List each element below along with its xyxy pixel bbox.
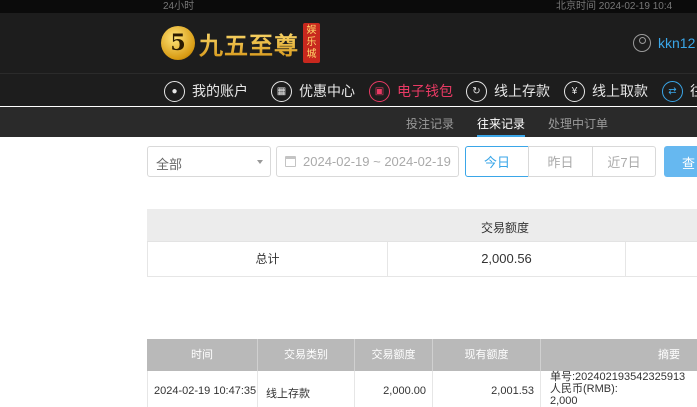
quick-today-button[interactable]: 今日	[465, 146, 529, 177]
top-info-bar: 24小时 北京时间 2024-02-19 10:4	[0, 0, 697, 13]
summary-total-value: 2,000.56	[388, 242, 626, 276]
logo-text: 九五至尊	[199, 26, 299, 61]
date-range-value: 2024-02-19 ~ 2024-02-19	[303, 154, 451, 169]
cell-category: 线上存款	[258, 371, 355, 407]
tab-pending-orders[interactable]: 处理中订单	[548, 115, 608, 132]
server-time: 北京时间 2024-02-19 10:4	[556, 1, 673, 12]
caret-down-icon	[257, 160, 263, 164]
col-time: 时间	[147, 339, 258, 371]
logo-badge-icon: 5	[161, 26, 195, 60]
nav-online-deposit[interactable]: ↻ 线上存款	[466, 79, 550, 103]
summary-currency: 人民币(RMB):	[550, 383, 618, 395]
transfer-icon: ⇄	[662, 80, 683, 102]
gift-icon: ▦	[271, 80, 292, 102]
site-header: 5 九五至尊 娱 乐 城 kkn12	[0, 13, 697, 73]
nav-e-wallet[interactable]: ▣ 电子钱包	[369, 79, 453, 103]
cell-time: 2024-02-19 10:47:35	[147, 371, 258, 407]
summary-header-label: 交易额度	[481, 221, 530, 235]
col-amount: 交易额度	[355, 339, 433, 371]
summary-header: 交易额度	[147, 209, 697, 242]
main-nav: ● 我的账户 ▦ 优惠中心 ▣ 电子钱包 ↻ 线上存款 ¥ 线上取款 ⇄ 往	[0, 73, 697, 106]
user-menu[interactable]: kkn12	[633, 34, 695, 52]
nav-online-withdraw[interactable]: ¥ 线上取款	[564, 79, 648, 103]
sub-nav: 投注记录 往来记录 处理中订单	[0, 107, 697, 137]
nav-transfer[interactable]: ⇄ 往	[662, 79, 697, 103]
col-summary: 摘要	[541, 339, 697, 371]
user-icon: ●	[164, 80, 185, 102]
summary-row: 总计 2,000.56	[147, 242, 697, 277]
logo-seal: 娱 乐 城	[303, 23, 320, 63]
withdraw-icon: ¥	[564, 80, 585, 102]
cell-summary: 单号:202402193542325913 人民币(RMB): 2,000	[541, 371, 697, 407]
cell-balance: 2,001.53	[433, 371, 541, 407]
top-left-text: 24小时	[163, 1, 195, 12]
nav-promotions[interactable]: ▦ 优惠中心	[271, 79, 355, 103]
deposit-icon: ↻	[466, 80, 487, 102]
select-value: 全部	[156, 157, 183, 172]
table-row: 2024-02-19 10:47:35 线上存款 2,000.00 2,001.…	[147, 371, 697, 407]
wallet-icon: ▣	[369, 80, 390, 102]
search-button[interactable]: 查	[664, 146, 697, 177]
summary-order-no: 单号:202402193542325913	[550, 371, 686, 383]
nav-my-account[interactable]: ● 我的账户	[164, 79, 248, 103]
user-avatar-icon	[633, 34, 651, 52]
col-balance: 现有额度	[433, 339, 541, 371]
tab-bet-records[interactable]: 投注记录	[406, 115, 454, 132]
table-header: 时间 交易类别 交易额度 现有额度 摘要	[147, 339, 697, 371]
quick-yesterday-button[interactable]: 昨日	[528, 146, 593, 177]
tab-transaction-records[interactable]: 往来记录	[477, 115, 526, 137]
transaction-type-select[interactable]: 全部	[147, 146, 271, 177]
summary-value: 2,000	[550, 395, 578, 407]
username: kkn12	[658, 35, 696, 51]
site-logo[interactable]: 5 九五至尊 娱 乐 城	[161, 21, 320, 65]
quick-7days-button[interactable]: 近7日	[592, 146, 656, 177]
calendar-icon	[285, 156, 296, 167]
col-category: 交易类别	[258, 339, 355, 371]
cell-amount: 2,000.00	[355, 371, 433, 407]
summary-total-label: 总计	[148, 242, 388, 276]
date-range-input[interactable]: 2024-02-19 ~ 2024-02-19	[276, 146, 459, 177]
